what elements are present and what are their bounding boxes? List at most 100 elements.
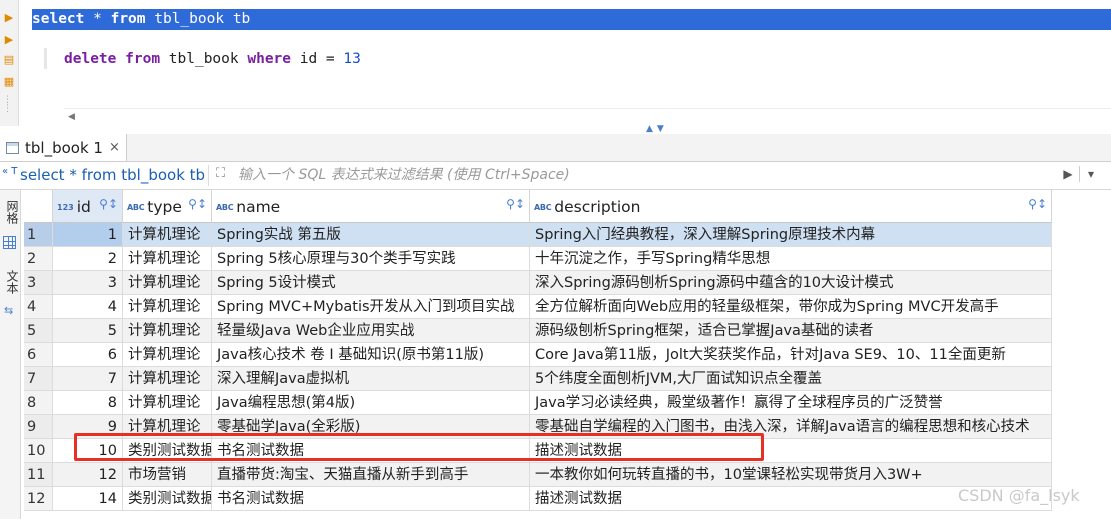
cell-id[interactable]: 7 <box>53 367 123 391</box>
column-header-description[interactable]: ABC description ⚲↕ <box>530 190 1052 223</box>
row-number[interactable]: 3 <box>24 271 53 295</box>
row-number[interactable]: 6 <box>24 343 53 367</box>
table-row[interactable]: 3 3 计算机理论 Spring 5设计模式 深入Spring源码刨析Spring源码中… <box>24 271 1111 295</box>
table-row[interactable]: 5 5 计算机理论 轻量级Java Web企业应用实战 源码级刨析Spring框架，适合… <box>24 319 1111 343</box>
cell-type[interactable]: 计算机理论 <box>123 367 212 391</box>
cell-type[interactable]: 计算机理论 <box>123 319 212 343</box>
results-grid[interactable]: 123 id ⚲↕ ABC type ⚲↕ ABC name ⚲↕ ABC descri… <box>24 190 1111 519</box>
code-line-delete[interactable]: delete from tbl_book where id = 13 <box>64 49 361 70</box>
cell-id[interactable]: 14 <box>53 487 123 511</box>
row-number[interactable]: 10 <box>24 439 53 463</box>
execute-script-icon[interactable]: ▶ <box>3 34 15 46</box>
cell-id[interactable]: 4 <box>53 295 123 319</box>
table-row[interactable]: 7 7 计算机理论 深入理解Java虚拟机 5个纬度全面刨析JVM,大厂面试知识点全覆盖 <box>24 367 1111 391</box>
cell-name[interactable]: 轻量级Java Web企业应用实战 <box>212 319 530 343</box>
cell-description[interactable]: 十年沉淀之作，手写Spring精华思想 <box>530 247 1052 271</box>
table-row[interactable]: 12 14 类别测试数据 书名测试数据 描述测试数据 <box>24 487 1111 511</box>
cell-id[interactable]: 2 <box>53 247 123 271</box>
cell-type[interactable]: 计算机理论 <box>123 271 212 295</box>
column-label: description <box>554 198 641 216</box>
row-number[interactable]: 8 <box>24 391 53 415</box>
row-number[interactable]: 4 <box>24 295 53 319</box>
more-icon[interactable]: ⋮ ⋮ <box>3 96 15 114</box>
row-number[interactable]: 7 <box>24 367 53 391</box>
table-row[interactable]: 11 12 市场营销 直播带货:淘宝、天猫直播从新手到高手 一本教你如何玩转直播的书，1… <box>24 463 1111 487</box>
column-header-id[interactable]: 123 id ⚲↕ <box>53 190 123 223</box>
cell-name[interactable]: Java编程思想(第4版) <box>212 391 530 415</box>
grid-icon[interactable] <box>3 236 16 249</box>
close-icon[interactable]: × <box>109 140 120 155</box>
cell-name[interactable]: Spring 5核心原理与30个类手写实践 <box>212 247 530 271</box>
table-row[interactable]: 8 8 计算机理论 Java编程思想(第4版) Java学习必读经典，殿堂级著作！赢得了… <box>24 391 1111 415</box>
filter-sort-icon[interactable]: ⚲↕ <box>1028 197 1047 211</box>
code-line-select[interactable]: select * from tbl_book tb <box>32 9 1111 30</box>
text-mode-icon[interactable]: ⇆ <box>4 304 13 317</box>
row-number[interactable]: 2 <box>24 247 53 271</box>
cell-id[interactable]: 6 <box>53 343 123 367</box>
table-row[interactable]: 2 2 计算机理论 Spring 5核心原理与30个类手写实践 十年沉淀之作，手写Spr… <box>24 247 1111 271</box>
sql-number: 13 <box>343 51 361 67</box>
column-header-name[interactable]: ABC name ⚲↕ <box>212 190 530 223</box>
panel-split-handle-icon[interactable]: ▲▼ <box>646 124 668 134</box>
cell-description[interactable]: 一本教你如何玩转直播的书，10堂课轻松实现带货月入3W+ <box>530 463 1052 487</box>
cell-type[interactable]: 计算机理论 <box>123 295 212 319</box>
cell-description[interactable]: Spring入门经典教程，深入理解Spring原理技术内幕 <box>530 223 1052 247</box>
cell-name[interactable]: 直播带货:淘宝、天猫直播从新手到高手 <box>212 463 530 487</box>
cell-type[interactable]: 市场营销 <box>123 463 212 487</box>
cell-description[interactable]: Java学习必读经典，殿堂级著作！赢得了全球程序员的广泛赞誉 <box>530 391 1052 415</box>
row-number[interactable]: 9 <box>24 415 53 439</box>
cell-id[interactable]: 12 <box>53 463 123 487</box>
cell-id[interactable]: 8 <box>53 391 123 415</box>
cell-type[interactable]: 计算机理论 <box>123 343 212 367</box>
cell-id[interactable]: 1 <box>53 223 123 247</box>
view-switch-panel: 网格 文本 ⇆ <box>0 190 21 519</box>
execute-statement-icon[interactable]: ▶ <box>3 12 15 24</box>
table-row[interactable]: 4 4 计算机理论 Spring MVC+Mybatis开发从入门到项目实战 全方位解析… <box>24 295 1111 319</box>
text-type-icon: ABC <box>534 202 552 212</box>
filter-sort-icon[interactable]: ⚲↕ <box>506 197 525 211</box>
filter-expand-icon[interactable]: ⛶ <box>216 166 225 181</box>
watermark: CSDN @fa_lsyk <box>958 486 1080 505</box>
cell-type[interactable]: 计算机理论 <box>123 247 212 271</box>
cell-type[interactable]: 计算机理论 <box>123 223 212 247</box>
tab-result-tbl-book[interactable]: tbl_book 1 × <box>0 134 127 161</box>
editor-horizontal-scrollbar[interactable]: ◀ <box>64 108 1111 125</box>
cell-description[interactable]: Core Java第11版，Jolt大奖获奖作品，针对Java SE9、10、1… <box>530 343 1052 367</box>
apply-filter-icon[interactable]: ▶ <box>1060 167 1076 181</box>
cell-type[interactable]: 类别测试数据 <box>123 487 212 511</box>
table-row[interactable]: 1 1 计算机理论 Spring实战 第五版 Spring入门经典教程，深入理解Spri… <box>24 223 1111 247</box>
scroll-left-icon[interactable]: ◀ <box>68 112 75 122</box>
cell-name[interactable]: Java核心技术 卷 I 基础知识(原书第11版) <box>212 343 530 367</box>
grid-view-tab[interactable]: 网格 <box>2 200 19 224</box>
cell-description[interactable]: 源码级刨析Spring框架，适合已掌握Java基础的读者 <box>530 319 1052 343</box>
column-header-type[interactable]: ABC type ⚲↕ <box>123 190 212 223</box>
explain-plan-icon[interactable]: ▤ <box>3 54 15 66</box>
source-query-label[interactable]: select * from tbl_book tb <box>20 166 205 184</box>
cell-name[interactable]: Spring实战 第五版 <box>212 223 530 247</box>
filter-input[interactable] <box>238 164 1038 186</box>
row-number[interactable]: 11 <box>24 463 53 487</box>
cell-name[interactable]: Spring MVC+Mybatis开发从入门到项目实战 <box>212 295 530 319</box>
cell-description[interactable]: 5个纬度全面刨析JVM,大厂面试知识点全覆盖 <box>530 367 1052 391</box>
cell-name[interactable]: 书名测试数据 <box>212 487 530 511</box>
cell-type[interactable]: 计算机理论 <box>123 391 212 415</box>
cell-description[interactable]: 全方位解析面向Web应用的轻量级框架，带你成为Spring MVC开发高手 <box>530 295 1052 319</box>
row-number-header[interactable] <box>24 190 53 223</box>
cell-id[interactable]: 5 <box>53 319 123 343</box>
table-row[interactable]: 6 6 计算机理论 Java核心技术 卷 I 基础知识(原书第11版) Core Jav… <box>24 343 1111 367</box>
filter-history-dropdown-icon[interactable]: ▾ <box>1083 167 1099 181</box>
cell-id[interactable]: 3 <box>53 271 123 295</box>
text-view-tab[interactable]: 文本 <box>2 270 19 294</box>
sql-editor[interactable]: ▶ ▶ ▤ ▦ ⋮ ⋮ select * from tbl_book tb del… <box>0 0 1111 134</box>
row-number[interactable]: 5 <box>24 319 53 343</box>
filter-sort-icon[interactable]: ⚲↕ <box>188 197 207 211</box>
row-number[interactable]: 1 <box>24 223 53 247</box>
history-icon[interactable]: ▦ <box>3 76 15 88</box>
cell-description[interactable]: 深入Spring源码刨析Spring源码中蕴含的10大设计模式 <box>530 271 1052 295</box>
row-number[interactable]: 12 <box>24 487 53 511</box>
filter-sort-icon[interactable]: ⚲↕ <box>99 197 118 211</box>
cell-name[interactable]: 深入理解Java虚拟机 <box>212 367 530 391</box>
cell-name[interactable]: Spring 5设计模式 <box>212 271 530 295</box>
numeric-type-icon: 123 <box>57 202 74 212</box>
text-type-icon: ABC <box>127 202 145 212</box>
